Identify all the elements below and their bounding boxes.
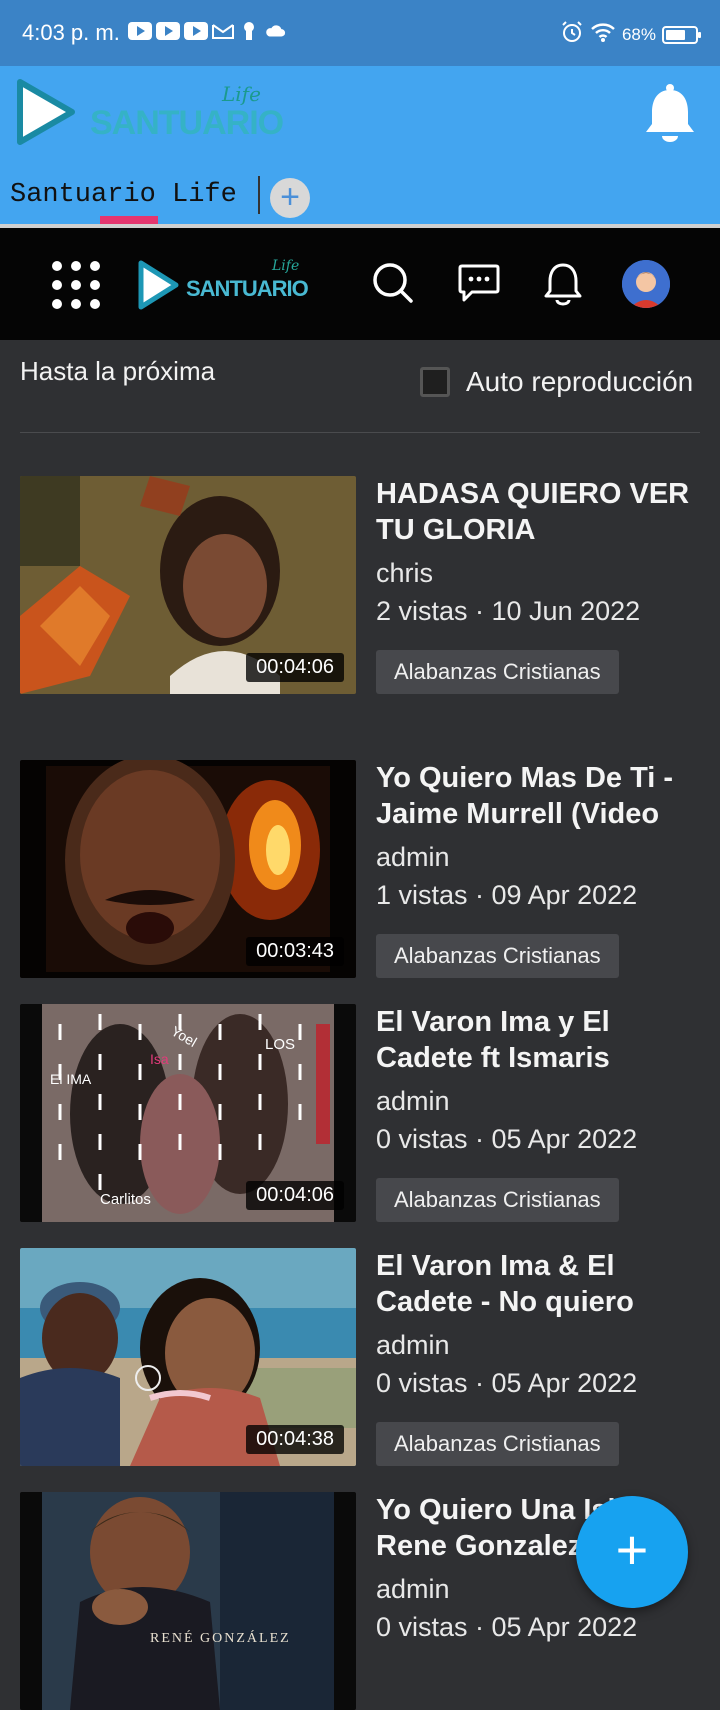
video-thumbnail[interactable]: 00:04:06 [20, 476, 356, 694]
video-thumbnail[interactable]: RENÉ GONZÁLEZ [20, 1492, 356, 1710]
notification-icons [128, 22, 286, 40]
section-heading: Hasta la próxima [20, 356, 216, 386]
video-duration: 00:04:38 [246, 1425, 344, 1454]
autoplay-toggle[interactable]: Auto reproducción [420, 366, 693, 398]
bell-icon [646, 84, 694, 142]
play-logo-icon [138, 260, 179, 310]
alarm-icon [560, 20, 584, 50]
divider [20, 432, 700, 433]
battery-level [666, 30, 685, 40]
tab-divider [258, 176, 260, 214]
video-duration: 00:04:06 [246, 653, 344, 682]
video-author[interactable]: admin [376, 842, 450, 873]
thumbnail-image: RENÉ GONZÁLEZ [20, 1492, 356, 1710]
video-author[interactable]: admin [376, 1574, 450, 1605]
video-meta: 0 vistas · 05 Apr 2022 [376, 1612, 638, 1642]
thumb-text-carlitos: Carlitos [100, 1191, 151, 1208]
user-avatar[interactable] [622, 260, 670, 308]
site-logo-script: Life [272, 258, 300, 274]
video-meta: 2 vistas · 10 Jun 2022 [376, 596, 641, 626]
video-item[interactable]: Yoel Isa LOS El IMA Carlitos 00:04:06 El… [20, 1004, 700, 1222]
status-right: 68% [560, 20, 701, 50]
video-author[interactable]: chris [376, 558, 433, 589]
apps-grid-icon[interactable] [52, 261, 100, 309]
tab-active-indicator [100, 216, 158, 224]
notification-bell-button[interactable] [642, 82, 698, 149]
video-category[interactable]: Alabanzas Cristianas [376, 1422, 619, 1466]
youtube-icon [156, 22, 180, 40]
video-title[interactable]: El Varon Ima y El Cadete ft Ismaris [376, 1004, 696, 1076]
thumb-text-isa: Isa [150, 1051, 169, 1067]
thumb-text-los: LOS [265, 1036, 295, 1053]
site-nav: SANTUARIO Life [0, 228, 720, 340]
app-logo[interactable]: SANTUARIO Life [14, 76, 284, 156]
play-logo-icon [17, 79, 75, 145]
thumb-text-rene: RENÉ GONZÁLEZ [150, 1629, 291, 1646]
status-bar: 4:03 p. m. 68% [0, 0, 720, 66]
search-icon [373, 263, 413, 303]
cloud-icon [264, 22, 286, 40]
site-logo[interactable]: SANTUARIO Life [136, 256, 316, 316]
autoplay-checkbox[interactable] [420, 367, 450, 397]
video-duration: 00:04:06 [246, 1181, 344, 1210]
video-category[interactable]: Alabanzas Cristianas [376, 1178, 619, 1222]
status-time: 4:03 p. m. [22, 20, 120, 45]
tab-bar: Santuario Life + [0, 172, 720, 224]
battery-icon [662, 26, 701, 44]
add-fab-button[interactable]: + [576, 1496, 688, 1608]
bell-icon [544, 263, 582, 306]
tab-santuario-life[interactable]: Santuario Life [10, 180, 237, 210]
video-category[interactable]: Alabanzas Cristianas [376, 934, 619, 978]
video-thumbnail[interactable]: 00:03:43 [20, 760, 356, 978]
video-category[interactable]: Alabanzas Cristianas [376, 650, 619, 694]
chat-icon [458, 264, 500, 302]
logo-wordmark: SANTUARIO [90, 104, 284, 142]
app-bar: SANTUARIO Life Santuario Life + [0, 66, 720, 224]
youtube-icon [184, 22, 208, 40]
gmail-icon [212, 22, 234, 40]
video-author[interactable]: admin [376, 1086, 450, 1117]
site-logo-wordmark: SANTUARIO [186, 276, 309, 301]
add-tab-button[interactable]: + [270, 178, 310, 218]
logo-script: Life [222, 82, 261, 106]
wifi-icon [590, 21, 616, 49]
thumb-text-elima: El IMA [50, 1071, 92, 1087]
search-button[interactable] [370, 260, 416, 306]
youtube-icon [128, 22, 152, 40]
battery-percent: 68% [621, 25, 656, 44]
video-thumbnail[interactable]: 00:04:38 [20, 1248, 356, 1466]
video-author[interactable]: admin [376, 1330, 450, 1361]
video-meta: 0 vistas · 05 Apr 2022 [376, 1124, 638, 1154]
video-thumbnail[interactable]: Yoel Isa LOS El IMA Carlitos 00:04:06 [20, 1004, 356, 1222]
video-item[interactable]: 00:04:38 El Varon Ima & El Cadete - No q… [20, 1248, 700, 1466]
video-meta: 1 vistas · 09 Apr 2022 [376, 880, 638, 910]
avatar-image [622, 260, 670, 308]
keyhole-icon [238, 22, 260, 40]
video-item[interactable]: 00:04:06 HADASA QUIERO VER TU GLORIA chr… [20, 476, 700, 694]
video-duration: 00:03:43 [246, 937, 344, 966]
messages-button[interactable] [456, 260, 502, 306]
video-title[interactable]: HADASA QUIERO VER TU GLORIA [376, 476, 696, 548]
notifications-button[interactable] [540, 260, 586, 306]
video-item[interactable]: 00:03:43 Yo Quiero Mas De Ti - Jaime Mur… [20, 760, 700, 978]
video-title[interactable]: Yo Quiero Mas De Ti - Jaime Murrell (Vid… [376, 760, 696, 832]
video-meta: 0 vistas · 05 Apr 2022 [376, 1368, 638, 1398]
video-title[interactable]: El Varon Ima & El Cadete - No quiero [376, 1248, 696, 1320]
autoplay-label: Auto reproducción [466, 366, 694, 397]
